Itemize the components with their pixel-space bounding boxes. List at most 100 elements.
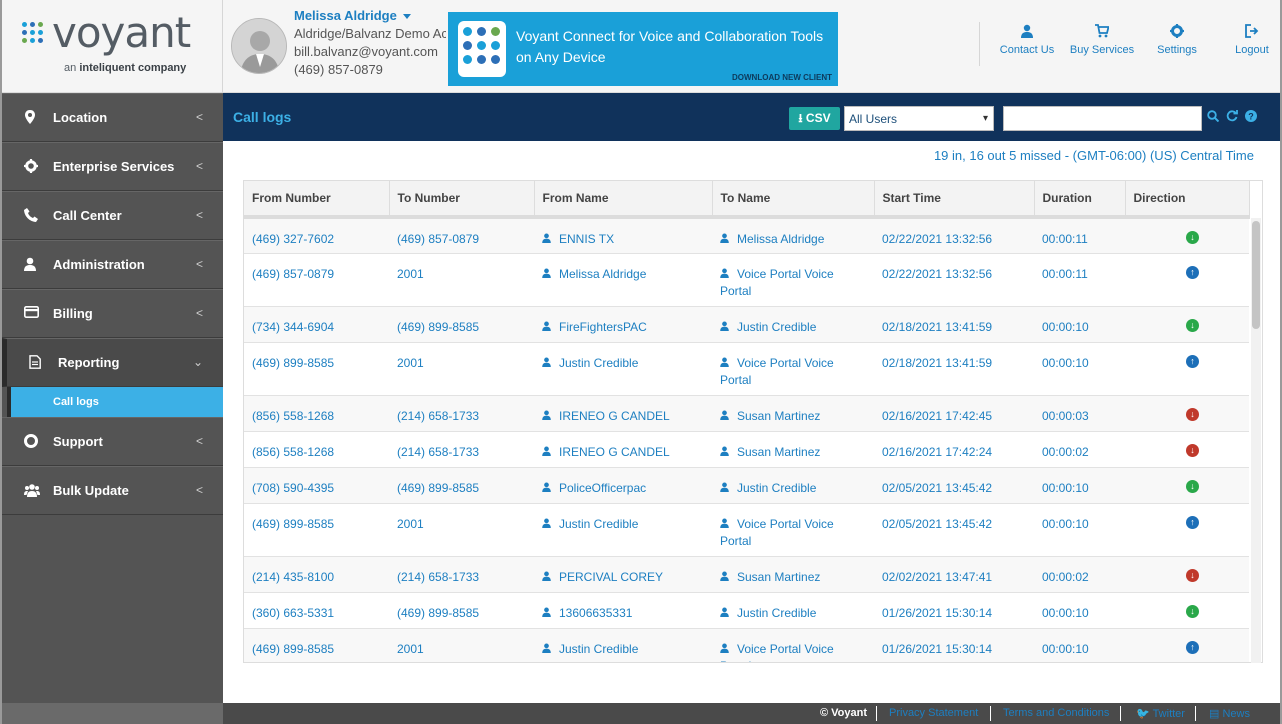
from-name-cell: Justin Credible [534,342,712,396]
table-row[interactable]: (214) 435-8100 (214) 658-1733 PERCIVAL COR… [244,556,1249,593]
user-filter-value: All Users [849,112,898,126]
logo[interactable]: voyant an inteliquent company [2,0,223,93]
banner-text: Voyant Connect for Voice and Collaborati… [516,28,824,65]
chevron-left-icon: < [195,483,203,497]
user-menu[interactable]: Melissa Aldridge [294,8,411,23]
column-header[interactable]: Start Time [874,181,1035,219]
sidebar-subitem-call-logs[interactable]: Call logs [7,387,223,417]
from-name-text: Justin Credible [559,355,639,370]
start-time-text: 02/22/2021 13:32:56 [882,266,993,281]
direction-cell [1125,503,1249,557]
direction-cell [1125,306,1249,343]
terms-link[interactable]: Terms and Conditions [1003,707,1109,719]
from-name-cell: PoliceOfficerpac [534,467,712,504]
to-number-text: 2001 [397,641,424,656]
buy-services-button[interactable]: Buy Services [1066,0,1138,66]
sidebar-item-reporting[interactable]: Reporting ⌄ [2,338,223,387]
export-csv-button[interactable]: ⭳ CSV [789,107,840,130]
table-scrollbar[interactable] [1251,218,1261,663]
start-time-cell: 01/26/2021 15:30:14 [874,628,1034,662]
duration-text: 00:00:10 [1042,319,1089,334]
contact-us-button[interactable]: Contact Us [997,0,1057,66]
duration-text: 00:00:03 [1042,408,1089,423]
sidebar-item-bulk-update[interactable]: Bulk Update < [2,466,223,515]
search-input[interactable] [1003,106,1202,131]
from-number-text: (469) 327-7602 [252,232,335,246]
download-client-link[interactable]: DOWNLOAD NEW CLIENT [732,73,832,82]
column-header[interactable]: To Name [712,181,875,219]
sidebar-item-location[interactable]: Location < [2,93,223,142]
column-header[interactable]: Duration [1034,181,1126,219]
user-filter-select[interactable]: All Users ▾ [844,106,994,131]
from-name-text: Justin Credible [559,516,639,531]
to-name-cell: Susan Martinez [712,431,874,468]
table-row[interactable]: (469) 899-8585 2001 Justin Credible Voice P… [244,628,1249,663]
from-name-cell: 13606635331 [534,592,712,629]
document-icon [29,355,43,369]
svg-text:?: ? [1248,112,1254,122]
user-icon [542,409,551,420]
help-icon[interactable]: ? [1244,110,1258,124]
column-header[interactable]: Direction [1125,181,1250,219]
direction-cell [1125,431,1249,468]
start-time-text: 02/16/2021 17:42:24 [882,444,993,459]
twitter-link[interactable]: 🐦 Twitter [1136,707,1185,720]
table-row[interactable]: (469) 899-8585 2001 Justin Credible Voice P… [244,503,1249,557]
user-icon [720,409,729,420]
to-number-cell: (469) 899-8585 [389,306,534,343]
logo-tag-prefix: an [64,62,77,74]
users-icon [24,483,40,497]
sidebar-item-support[interactable]: Support < [2,417,223,466]
duration-text: 00:00:10 [1042,641,1089,656]
app-window: voyant an inteliquent company Melissa Al… [0,0,1282,724]
from-name-text: IRENEO G CANDEL [559,444,670,459]
sidebar-item-administration[interactable]: Administration < [2,240,223,289]
chevron-left-icon: < [195,306,203,320]
from-number-text: (214) 435-8100 [252,569,335,584]
table-row[interactable]: (469) 899-8585 2001 Justin Credible Voice P… [244,342,1249,396]
table-row[interactable]: (708) 590-4395 (469) 899-8585 PoliceOffice… [244,467,1249,504]
table-row[interactable]: (469) 327-7602 (469) 857-0879 ENNIS TX Meli… [244,217,1249,254]
from-number-cell: (856) 558-1268 [244,395,389,432]
direction-cell [1125,628,1249,662]
user-icon [542,606,551,617]
to-name-text: Justin Credible [737,319,817,334]
privacy-statement-link[interactable]: Privacy Statement [889,707,978,719]
table-row[interactable]: (734) 344-6904 (469) 899-8585 FireFighters… [244,306,1249,343]
search-icon[interactable] [1206,110,1220,124]
news-link[interactable]: ▤ News [1209,707,1250,720]
from-name-cell: FireFightersPAC [534,306,712,343]
logout-button[interactable]: Logout [1230,0,1274,66]
refresh-icon[interactable] [1225,110,1239,124]
sidebar-item-label: Call Center [53,208,122,223]
table-row[interactable]: (856) 558-1268 (214) 658-1733 IRENEO G CAN… [244,431,1249,468]
to-number-text: 2001 [397,355,424,370]
call-log-table: From Number To Number From Name To Name … [243,180,1263,663]
scrollbar-thumb[interactable] [1252,221,1260,329]
from-name-cell: PERCIVAL COREY [534,556,712,593]
to-name-text: Justin Credible [737,605,817,620]
user-icon [720,642,729,653]
user-icon [1020,24,1034,38]
credit-card-icon [24,306,39,320]
to-name-text: Voice Portal Voice Portal [720,641,834,663]
table-row[interactable]: (856) 558-1268 (214) 658-1733 IRENEO G CAN… [244,395,1249,432]
download-banner[interactable]: Voyant Connect for Voice and Collaborati… [448,12,838,86]
chevron-left-icon: < [195,208,203,222]
table-row[interactable]: (360) 663-5331 (469) 899-8585 13606635331 J… [244,592,1249,629]
from-number-cell: (360) 663-5331 [244,592,389,629]
column-header[interactable]: To Number [389,181,535,219]
to-name-cell: Voice Portal Voice Portal [712,253,874,307]
user-name: Melissa Aldridge [294,8,397,23]
incoming-call-icon [1186,604,1199,618]
sidebar-item-enterprise-services[interactable]: Enterprise Services < [2,142,223,191]
column-header[interactable]: From Number [244,181,390,219]
avatar[interactable] [231,18,287,74]
table-row[interactable]: (469) 857-0879 2001 Melissa Aldridge Voice … [244,253,1249,307]
sidebar-item-billing[interactable]: Billing < [2,289,223,338]
sidebar-item-label: Bulk Update [53,483,129,498]
from-number-cell: (469) 327-7602 [244,217,389,254]
sidebar-item-call-center[interactable]: Call Center < [2,191,223,240]
column-header[interactable]: From Name [534,181,713,219]
settings-button[interactable]: Settings [1152,0,1202,66]
